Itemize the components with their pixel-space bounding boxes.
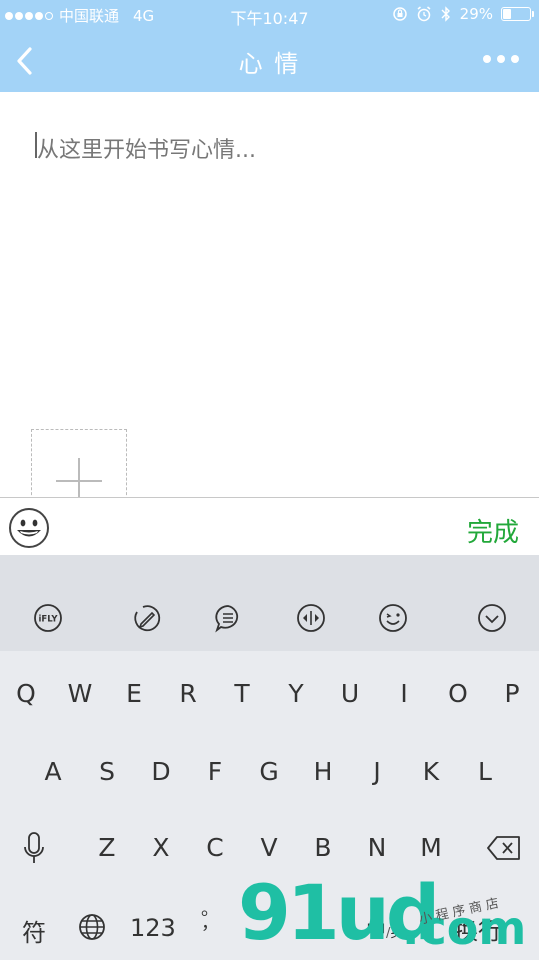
alarm-icon	[417, 6, 431, 22]
key-l[interactable]: L	[465, 757, 505, 786]
key-p[interactable]: P	[492, 679, 532, 708]
handwriting-icon[interactable]	[131, 603, 161, 633]
keyboard-toolbar: iFLY	[0, 555, 539, 651]
cursor-move-icon[interactable]	[296, 603, 326, 633]
key-k[interactable]: K	[411, 757, 451, 786]
key-x[interactable]: X	[141, 833, 181, 862]
key-n[interactable]: N	[357, 833, 397, 862]
done-button[interactable]: 完成	[467, 512, 519, 549]
key-s[interactable]: S	[87, 757, 127, 786]
input-toolbar: 完成	[0, 497, 539, 556]
key-v[interactable]: V	[249, 833, 289, 862]
mood-text-placeholder[interactable]: 从这里开始书写心情...	[37, 132, 256, 164]
plus-icon-vertical	[78, 458, 80, 502]
page-title: 心 情	[238, 50, 301, 78]
add-image-button[interactable]	[31, 429, 127, 502]
key-e[interactable]: E	[114, 679, 154, 708]
key-t[interactable]: T	[222, 679, 262, 708]
key-h[interactable]: H	[303, 757, 343, 786]
collapse-keyboard-icon[interactable]	[477, 603, 507, 633]
emoji-face-icon[interactable]	[378, 603, 408, 633]
key-d[interactable]: D	[141, 757, 181, 786]
key-m[interactable]: M	[411, 833, 451, 862]
key-i[interactable]: I	[384, 679, 424, 708]
number-key[interactable]: 123	[130, 914, 176, 942]
key-a[interactable]: A	[33, 757, 73, 786]
key-b[interactable]: B	[303, 833, 343, 862]
globe-icon[interactable]	[78, 913, 106, 941]
message-icon[interactable]	[213, 603, 243, 633]
status-bar: 中国联通 4G 下午10:47 29%	[0, 0, 539, 30]
key-q[interactable]: Q	[6, 679, 46, 708]
nav-bar: 心 情	[0, 30, 539, 92]
key-o[interactable]: O	[438, 679, 478, 708]
key-z[interactable]: Z	[87, 833, 127, 862]
microphone-icon[interactable]	[22, 831, 46, 867]
symbol-key[interactable]: 符	[22, 913, 46, 948]
battery-icon	[501, 7, 534, 21]
key-j[interactable]: J	[357, 757, 397, 786]
battery-percent: 29%	[459, 5, 493, 23]
key-g[interactable]: G	[249, 757, 289, 786]
status-right: 29%	[392, 5, 534, 23]
battery-fill	[503, 9, 511, 19]
key-w[interactable]: W	[60, 679, 100, 708]
key-f[interactable]: F	[195, 757, 235, 786]
ifly-icon[interactable]: iFLY	[33, 603, 63, 633]
mood-editor[interactable]: 从这里开始书写心情...	[0, 92, 539, 502]
key-r[interactable]: R	[168, 679, 208, 708]
key-c[interactable]: C	[195, 833, 235, 862]
top-bar: 中国联通 4G 下午10:47 29% 心 情	[0, 0, 539, 92]
ifly-label: iFLY	[39, 615, 59, 625]
bluetooth-icon	[441, 6, 450, 22]
more-options-icon[interactable]	[483, 55, 519, 63]
key-y[interactable]: Y	[276, 679, 316, 708]
comma-label: ，	[201, 913, 219, 934]
emoji-button[interactable]	[8, 507, 50, 549]
key-u[interactable]: U	[330, 679, 370, 708]
punctuation-key[interactable]: 。 ，	[200, 901, 220, 934]
rotation-lock-icon	[392, 7, 407, 21]
backspace-icon[interactable]	[486, 835, 522, 861]
